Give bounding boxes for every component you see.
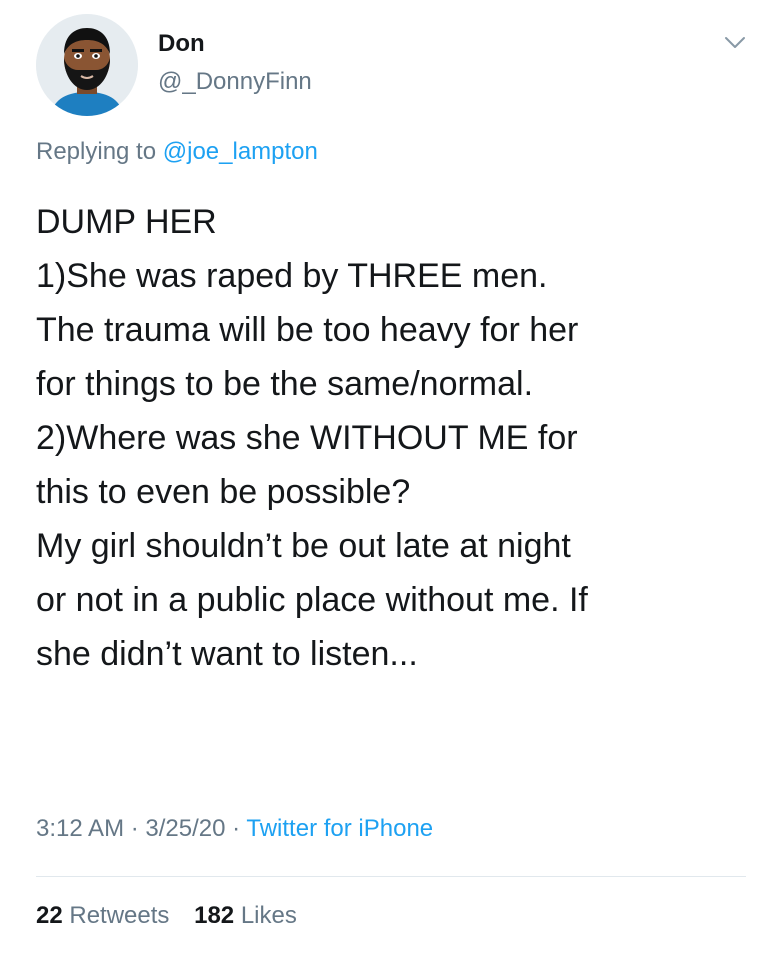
reply-context: Replying to @joe_lampton xyxy=(36,138,318,166)
meta-separator: · xyxy=(130,815,139,842)
tweet-metadata: 3:12 AM · 3/25/20 · Twitter for iPhone xyxy=(36,815,433,843)
avatar[interactable] xyxy=(36,14,138,116)
author-display-name[interactable]: Don xyxy=(158,30,205,58)
bearded-man-avatar-icon xyxy=(36,14,138,116)
tweet-body: DUMP HER 1)She was raped by THREE men. T… xyxy=(36,195,746,681)
tweet-time[interactable]: 3:12 AM xyxy=(36,815,124,842)
retweets-label: Retweets xyxy=(69,902,170,929)
likes-label: Likes xyxy=(240,902,297,929)
tweet-line: My girl shouldn’t be out late at night xyxy=(36,527,571,565)
tweet-stats: 22 Retweets 182 Likes xyxy=(36,902,315,930)
tweet-line: 2)Where was she WITHOUT ME for xyxy=(36,419,578,457)
tweet-line: she didn’t want to listen... xyxy=(36,635,418,673)
reply-mention-link[interactable]: @joe_lampton xyxy=(163,138,318,165)
author-handle[interactable]: @_DonnyFinn xyxy=(158,68,312,96)
meta-separator: · xyxy=(232,815,241,842)
retweets-count: 22 xyxy=(36,902,63,929)
tweet-source-link[interactable]: Twitter for iPhone xyxy=(246,815,433,842)
likes-count: 182 xyxy=(194,902,235,929)
tweet-line: this to even be possible? xyxy=(36,473,411,511)
tweet-line: 1)She was raped by THREE men. xyxy=(36,257,548,295)
tweet-line: The trauma will be too heavy for her xyxy=(36,311,579,349)
tweet-line: for things to be the same/normal. xyxy=(36,365,534,403)
likes-stat[interactable]: 182 Likes xyxy=(194,902,297,929)
chevron-down-icon[interactable] xyxy=(724,34,746,52)
divider xyxy=(36,876,746,877)
tweet-line: or not in a public place without me. If xyxy=(36,581,588,619)
tweet-line: DUMP HER xyxy=(36,203,217,241)
reply-prefix: Replying to xyxy=(36,138,157,165)
retweets-stat[interactable]: 22 Retweets xyxy=(36,902,176,929)
tweet-date[interactable]: 3/25/20 xyxy=(145,815,225,842)
